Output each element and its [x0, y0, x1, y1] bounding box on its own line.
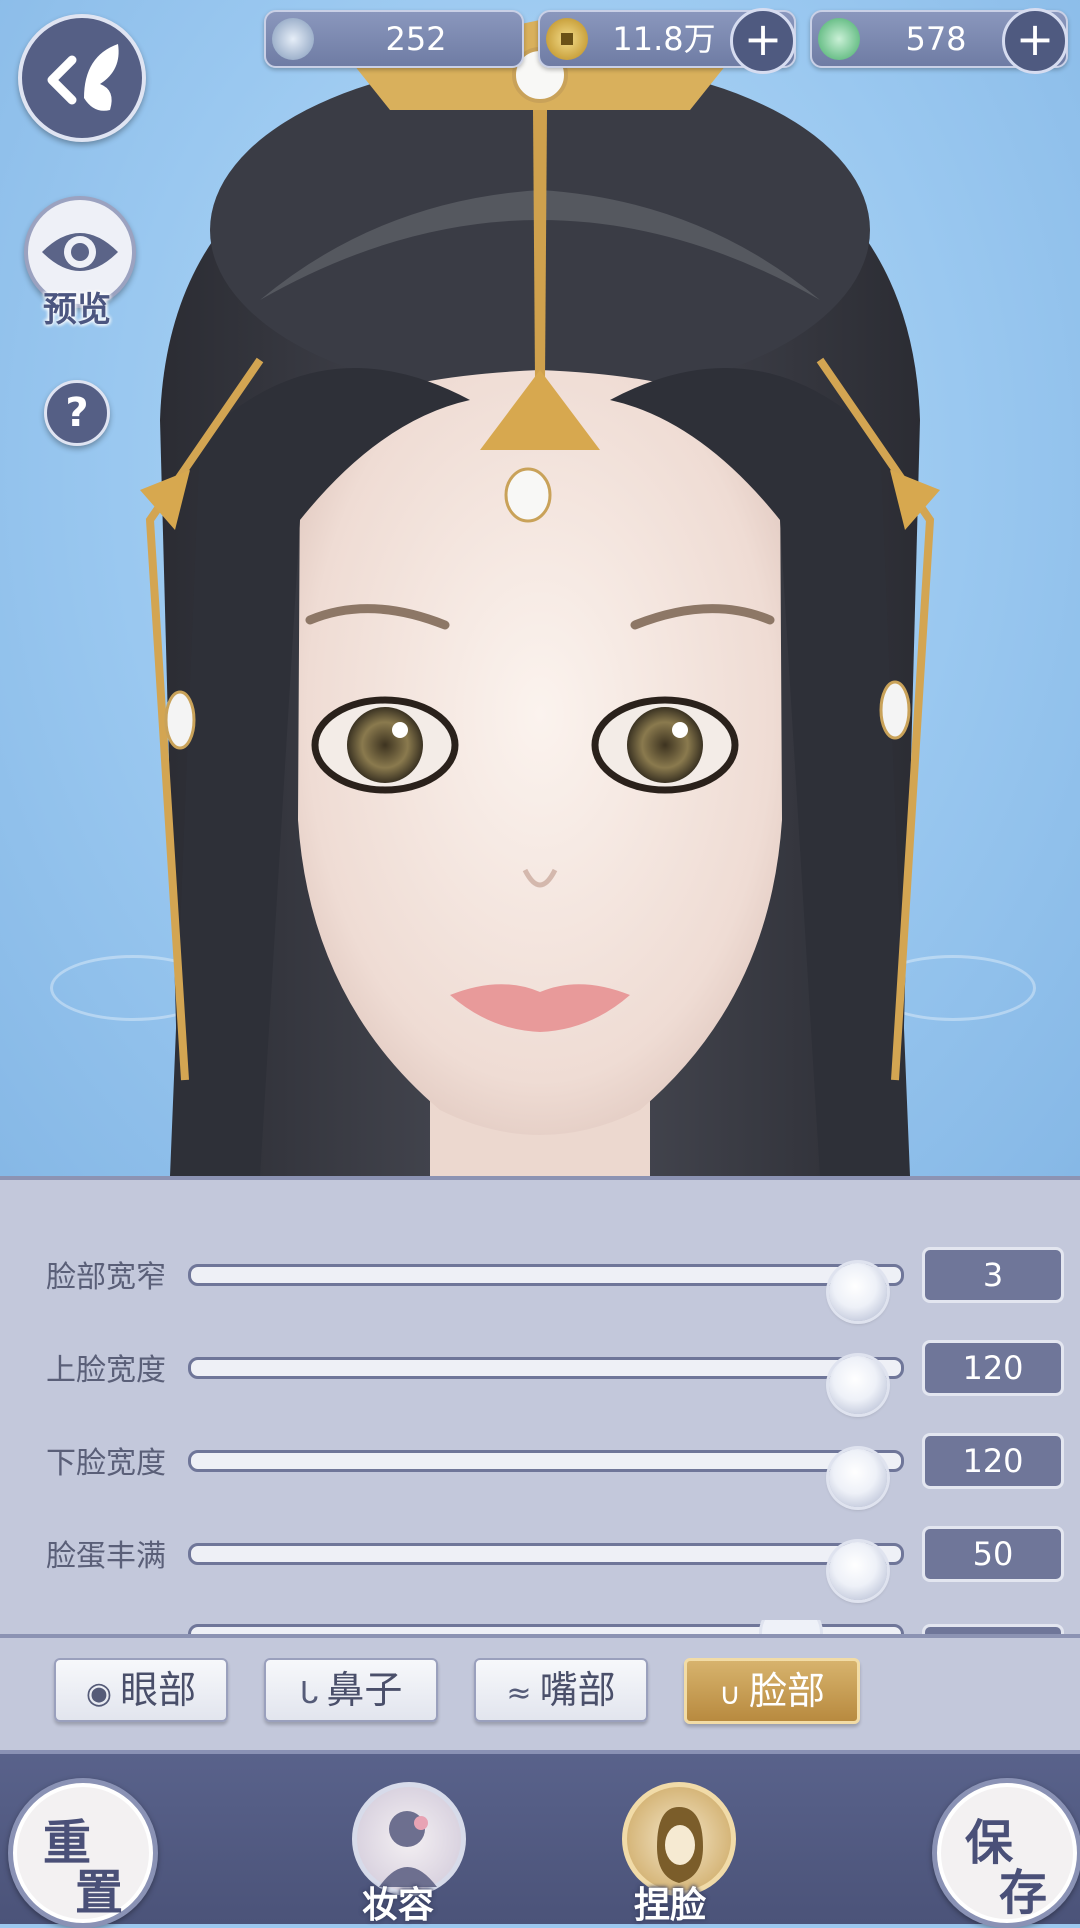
jade-currency-icon [818, 18, 860, 60]
save-label-bottom: 存 [999, 1865, 1048, 1921]
tab-face[interactable]: ∪ 脸部 [684, 1658, 860, 1724]
slider-row: 脸蛋丰满 50 [0, 1523, 1080, 1600]
silver-value: 252 [385, 20, 447, 58]
face-icon: ∪ [719, 1677, 741, 1712]
coin-currency-icon [546, 18, 588, 60]
category-tab-bar: ◉ 眼部 ᒐ 鼻子 ≈ 嘴部 ∪ 脸部 [0, 1638, 1080, 1750]
back-button[interactable] [18, 14, 146, 142]
reset-button[interactable]: 重 置 [8, 1778, 158, 1928]
mouth-icon: ≈ [506, 1676, 532, 1711]
tab-label: 鼻子 [326, 1668, 403, 1712]
tab-nose[interactable]: ᒐ 鼻子 [264, 1658, 438, 1722]
preview-label: 预览 [43, 290, 111, 330]
makeup-label: 妆容 [362, 1884, 435, 1926]
slider-row: 上脸宽度 120 [0, 1337, 1080, 1414]
slider-track[interactable] [188, 1263, 904, 1321]
slider-row: 下脸宽度 120 [0, 1430, 1080, 1507]
slider-track[interactable] [188, 1356, 904, 1414]
slider-value[interactable]: 50 [922, 1526, 1064, 1582]
eye-icon: ◉ [85, 1676, 113, 1711]
face-shape-label: 捏脸 [634, 1884, 707, 1926]
bottom-nav: 重 置 妆容 捏脸 保 存 [0, 1750, 1080, 1928]
slider-knob[interactable] [829, 1449, 888, 1507]
tab-mouth[interactable]: ≈ 嘴部 [474, 1658, 648, 1722]
tab-label: 嘴部 [539, 1668, 616, 1712]
slider-value[interactable]: 3 [922, 1247, 1064, 1303]
add-coin-button[interactable]: + [730, 8, 796, 74]
slider-value[interactable]: 120 [922, 1433, 1064, 1489]
tab-label: 脸部 [748, 1669, 825, 1713]
reset-label-bottom: 置 [75, 1865, 124, 1921]
nose-icon: ᒐ [299, 1676, 319, 1711]
slider-label: 脸蛋丰满 [46, 1539, 166, 1574]
currency-silver: 252 [264, 10, 524, 68]
tab-label: 眼部 [120, 1668, 197, 1712]
help-icon: ? [65, 390, 89, 436]
back-butterfly-icon [47, 44, 119, 111]
character-model [140, 20, 940, 1176]
save-button[interactable]: 保 存 [932, 1778, 1080, 1928]
slider-knob[interactable] [829, 1356, 888, 1414]
slider-label: 下脸宽度 [46, 1446, 166, 1481]
currency-jade: 578 + [810, 8, 1068, 74]
slider-track[interactable] [188, 1542, 904, 1600]
help-button[interactable]: ? [44, 380, 110, 446]
add-jade-button[interactable]: + [1002, 8, 1068, 74]
silver-currency-icon [272, 18, 314, 60]
currency-coin: 11.8万 + [538, 8, 796, 74]
character-preview-area[interactable] [0, 0, 1080, 1176]
slider-knob[interactable] [829, 1263, 888, 1321]
coin-value: 11.8万 [612, 20, 716, 58]
slider-row: 脸部宽窄 3 [0, 1244, 1080, 1321]
slider-value[interactable]: 120 [922, 1340, 1064, 1396]
slider-label: 脸部宽窄 [46, 1260, 166, 1295]
tab-eyes[interactable]: ◉ 眼部 [54, 1658, 228, 1722]
jade-value: 578 [905, 20, 967, 58]
slider-track[interactable] [188, 1449, 904, 1507]
face-slider-panel: 脸部宽窄 3 上脸宽度 120 下脸宽度 120 脸蛋丰满 50 [0, 1176, 1080, 1640]
slider-knob[interactable] [829, 1542, 888, 1600]
slider-label: 上脸宽度 [46, 1353, 166, 1388]
